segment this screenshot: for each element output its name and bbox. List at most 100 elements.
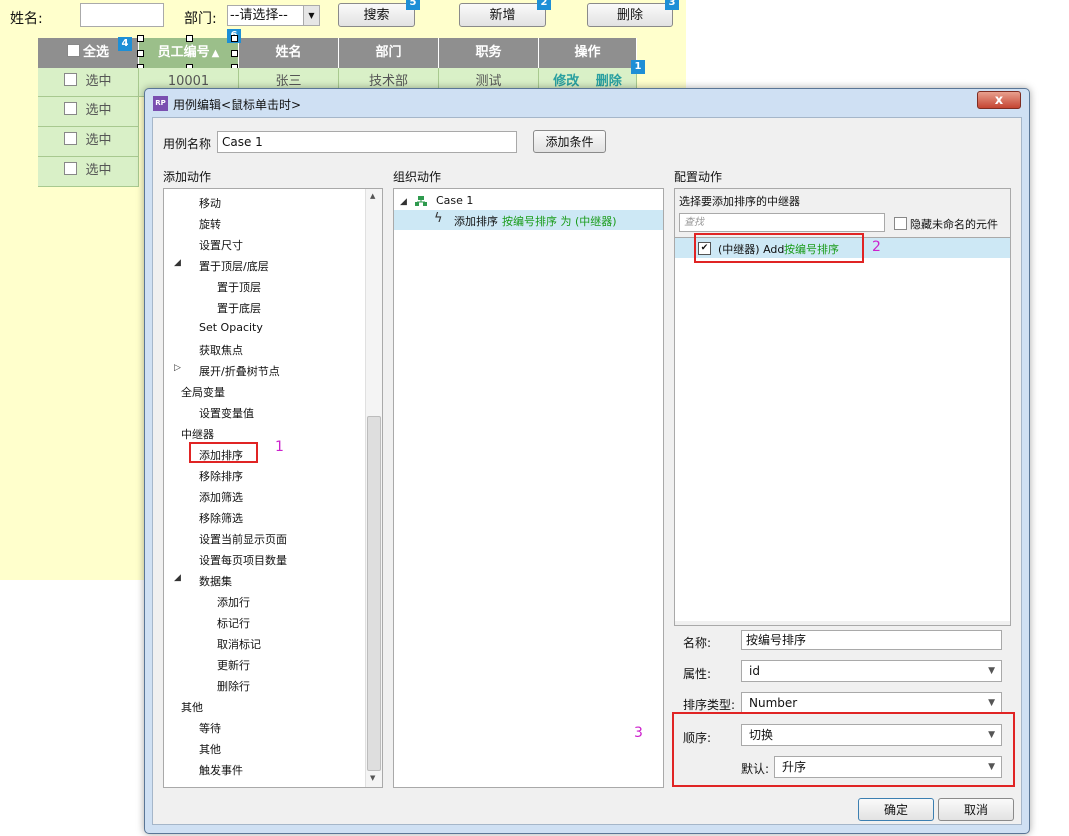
name-input[interactable] xyxy=(80,3,164,27)
case-icon xyxy=(415,195,427,206)
action-tree-item[interactable]: 置于顶层 xyxy=(164,277,364,297)
action-tree-item[interactable]: ◢中继器 xyxy=(164,424,364,444)
action-tree-item[interactable]: 触发事件 xyxy=(164,760,364,780)
annotation-box-1 xyxy=(189,442,258,463)
close-button[interactable]: x xyxy=(977,91,1021,109)
search-button[interactable]: 搜索 xyxy=(338,3,415,27)
repeater-search-input[interactable]: 查找 xyxy=(679,213,885,232)
action-tree-item[interactable]: 移动 xyxy=(164,193,364,213)
add-button[interactable]: 新增 xyxy=(459,3,546,27)
ok-button[interactable]: 确定 xyxy=(858,798,934,821)
action-tree-item[interactable]: 添加筛选 xyxy=(164,487,364,507)
row-select-cell[interactable]: 选中 xyxy=(38,97,139,127)
action-tree-label: 其他 xyxy=(181,701,203,714)
cancel-button[interactable]: 取消 xyxy=(938,798,1014,821)
sort-type-label: 排序类型: xyxy=(683,698,736,712)
action-tree-item[interactable]: 添加行 xyxy=(164,592,364,612)
sort-name-input[interactable]: 按编号排序 xyxy=(741,630,1002,650)
select-repeater-label: 选择要添加排序的中继器 xyxy=(679,195,800,208)
scroll-down-icon[interactable]: ▼ xyxy=(370,774,375,782)
action-tree-item[interactable]: 等待 xyxy=(164,718,364,738)
action-tree-item[interactable]: 设置当前显示页面 xyxy=(164,529,364,549)
action-tree-item[interactable]: 标记行 xyxy=(164,613,364,633)
scroll-up-icon[interactable]: ▲ xyxy=(370,192,375,200)
action-tree-item[interactable]: 移除筛选 xyxy=(164,508,364,528)
header-name: 姓名 xyxy=(239,38,339,68)
organize-actions-panel[interactable]: ◢ Case 1 ϟ 添加排序 按编号排序 为 (中继器) xyxy=(393,188,664,788)
action-tree-item[interactable]: 设置变量值 xyxy=(164,403,364,423)
chevron-down-icon: ▼ xyxy=(303,6,319,25)
hide-unnamed-checkbox[interactable] xyxy=(894,217,907,230)
selection-handle[interactable] xyxy=(186,35,193,42)
action-tree-item[interactable]: 置于底层 xyxy=(164,298,364,318)
sort-type-select[interactable]: Number ▼ xyxy=(741,692,1002,714)
checkbox[interactable] xyxy=(64,73,78,86)
row-select-cell[interactable]: 选中 xyxy=(38,157,139,187)
action-tree-item[interactable]: 设置尺寸 xyxy=(164,235,364,255)
action-tree-item[interactable]: 设置每页项目数量 xyxy=(164,550,364,570)
action-tree-label: 添加筛选 xyxy=(199,491,243,504)
action-tree-item[interactable]: Set Opacity xyxy=(164,319,364,339)
dialog-titlebar[interactable]: RP 用例编辑<鼠标单击时> x xyxy=(145,89,1029,117)
hide-unnamed-label: 隐藏未命名的元件 xyxy=(910,218,998,231)
checkbox[interactable] xyxy=(64,132,78,145)
action-tree-label: 移除排序 xyxy=(199,470,243,483)
action-tree-label: 获取焦点 xyxy=(199,344,243,357)
action-tree-item[interactable]: 其他 xyxy=(164,739,364,759)
selected-action-row[interactable]: ϟ 添加排序 按编号排序 为 (中继器) xyxy=(394,210,663,230)
add-condition-button[interactable]: 添加条件 xyxy=(533,130,606,153)
action-tree-item[interactable]: ◢ 数据集 xyxy=(164,571,364,591)
scrollbar[interactable]: ▲ ▼ xyxy=(365,189,382,787)
widget-badge-1: 1 xyxy=(631,60,645,74)
selection-handle[interactable] xyxy=(137,35,144,42)
action-tree-item[interactable]: ▷ 展开/折叠树节点 xyxy=(164,361,364,381)
dept-select-value: --请选择-- xyxy=(230,8,288,23)
action-tree-item[interactable]: ◢ 置于顶层/底层 xyxy=(164,256,364,276)
edit-link[interactable]: 修改 xyxy=(553,74,579,89)
annotation-number-2: 2 xyxy=(872,239,881,255)
dept-select[interactable]: --请选择-- ▼ xyxy=(227,5,320,26)
action-tree-item[interactable]: 取消标记 xyxy=(164,634,364,654)
axure-rp-icon: RP xyxy=(153,96,168,111)
action-tree-label: 全局变量 xyxy=(181,386,225,399)
action-tree-label: 删除行 xyxy=(217,680,250,693)
action-tree-item[interactable]: ◢全局变量 xyxy=(164,382,364,402)
cell-text: 选中 xyxy=(85,74,112,89)
scrollbar-thumb[interactable] xyxy=(367,416,381,771)
action-tree-label: 置于顶层/底层 xyxy=(199,260,269,273)
checkbox[interactable] xyxy=(64,162,78,175)
repeater-list[interactable]: ✔ (中继器) Add 按编号排序 xyxy=(675,237,1010,621)
action-tree-item[interactable]: ◢其他 xyxy=(164,697,364,717)
checkbox[interactable] xyxy=(66,44,80,57)
action-tree-label: 移除筛选 xyxy=(199,512,243,525)
tree-expanded-icon[interactable]: ◢ xyxy=(174,258,181,268)
selection-handle[interactable] xyxy=(137,50,144,57)
tree-expanded-icon[interactable]: ◢ xyxy=(174,573,181,583)
lightning-icon: ϟ xyxy=(434,211,443,226)
selection-handle[interactable] xyxy=(231,35,238,42)
property-select[interactable]: id ▼ xyxy=(741,660,1002,682)
action-tree-item[interactable]: 更新行 xyxy=(164,655,364,675)
action-tree-item[interactable]: 旋转 xyxy=(164,214,364,234)
row-select-cell[interactable]: 选中 xyxy=(38,127,139,157)
delete-button[interactable]: 删除 xyxy=(587,3,673,27)
header-dept: 部门 xyxy=(339,38,439,68)
action-tree-item[interactable]: 获取焦点 xyxy=(164,340,364,360)
delete-link[interactable]: 删除 xyxy=(596,74,622,89)
action-tree-item[interactable]: 删除行 xyxy=(164,676,364,696)
name-label: 姓名: xyxy=(10,11,43,27)
row-select-cell[interactable]: 选中 xyxy=(38,68,139,97)
action-tree-panel[interactable]: 移动 旋转 设置尺寸 ◢ 置于顶层/底层置于顶层 置于底层 Set Opacity 获取焦点 ▷… xyxy=(163,188,383,788)
selection-handle[interactable] xyxy=(231,50,238,57)
annotation-box-2 xyxy=(694,233,864,263)
action-tree-label: 数据集 xyxy=(199,575,232,588)
checkbox[interactable] xyxy=(64,102,78,115)
search-placeholder: 查找 xyxy=(684,217,704,228)
case-tree-label[interactable]: Case 1 xyxy=(436,194,473,207)
header-actions: 操作 xyxy=(539,38,637,68)
action-tree-item[interactable]: 移除排序 xyxy=(164,466,364,486)
case-name-input[interactable]: Case 1 xyxy=(217,131,517,153)
action-tree-label: 其他 xyxy=(199,743,221,756)
tree-expanded-icon[interactable]: ◢ xyxy=(400,197,407,207)
tree-collapsed-icon[interactable]: ▷ xyxy=(174,363,181,373)
